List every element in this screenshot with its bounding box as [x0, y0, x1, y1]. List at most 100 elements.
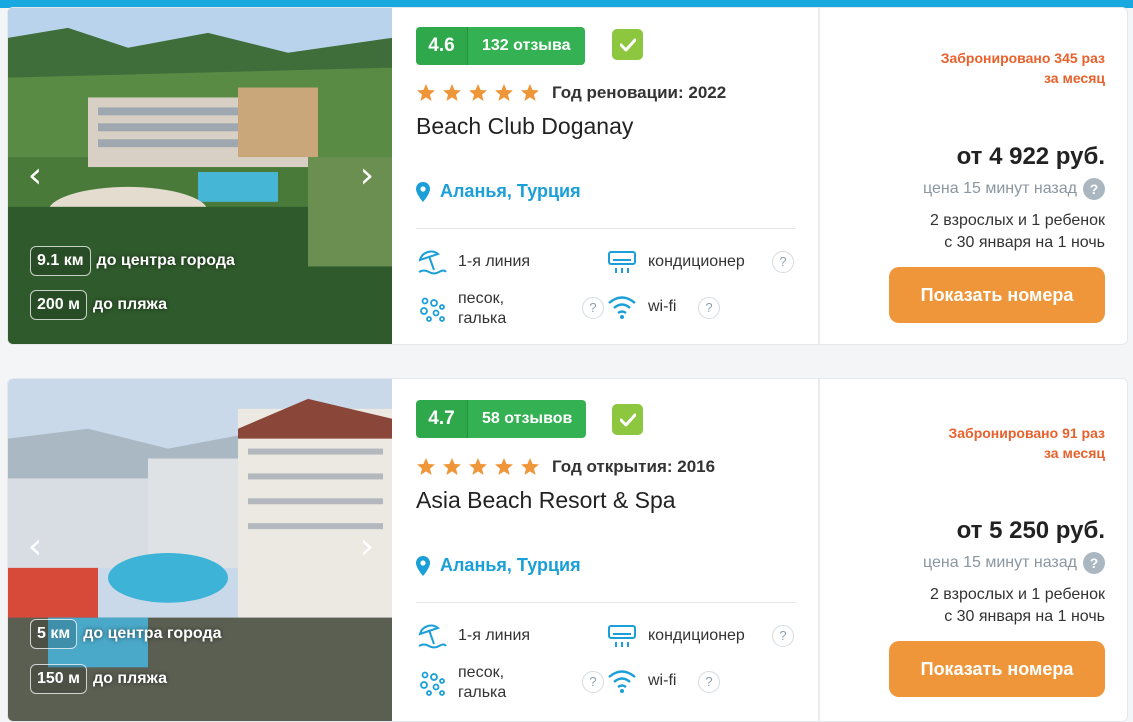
dates-line: с 30 января на 1 ночь	[944, 608, 1105, 625]
distance-beach-value: 150 м	[30, 664, 87, 694]
feature-label: кондиционер	[648, 253, 745, 270]
rating-score: 4.7	[416, 400, 468, 438]
reviews-count[interactable]: 132 отзыва	[468, 27, 585, 65]
show-rooms-button[interactable]: Показать номера	[889, 641, 1105, 697]
year-label: Год открытия: 2016	[552, 457, 716, 476]
help-icon[interactable]: ?	[772, 625, 794, 647]
distance-beach-label: до пляжа	[92, 296, 167, 313]
feature-label: кондиционер	[648, 627, 745, 644]
feature-label: песок, галька	[458, 664, 507, 701]
chevron-right-icon[interactable]: ›	[352, 529, 382, 565]
feature-ac: кондиционер	[606, 246, 745, 278]
hotel-info: 4.6 132 отзыва Год реновации: 2022 Beach…	[392, 8, 818, 344]
price-age: цена 15 минут назад ?	[923, 552, 1105, 574]
guests-info: 2 взрослых и 1 ребенок с 30 января на 1 …	[930, 584, 1105, 628]
chevron-left-icon[interactable]: ‹	[20, 529, 50, 565]
star-icon	[443, 84, 461, 101]
booked-period: за месяц	[1044, 445, 1105, 461]
price-column: Забронировано 345 раз за месяц от 4 922 …	[818, 8, 1127, 344]
feature-ac: кондиционер	[606, 620, 745, 652]
feature-label: песок, галька	[458, 290, 507, 327]
hotel-card[interactable]: ‹ › 9.1 км до центра города 200 м до пля…	[7, 7, 1128, 345]
price-age: цена 15 минут назад ?	[923, 178, 1105, 200]
distance-center: 9.1 км до центра города	[30, 246, 235, 276]
help-icon[interactable]: ?	[582, 671, 604, 693]
feature-beach-line: 1-я линия	[416, 246, 530, 278]
chevron-left-icon[interactable]: ‹	[20, 158, 50, 194]
year-label: Год реновации: 2022	[552, 83, 727, 102]
price: от 4 922 руб.	[956, 143, 1105, 170]
chevron-right-icon[interactable]: ›	[352, 158, 382, 194]
help-icon[interactable]: ?	[1083, 552, 1105, 574]
price-column: Забронировано 91 раз за месяц от 5 250 р…	[818, 379, 1127, 721]
feature-beach-line: 1-я линия	[416, 620, 530, 652]
guests-line: 2 взрослых и 1 ребенок	[929, 212, 1105, 229]
booked-count: Забронировано 345 раз за месяц	[941, 48, 1105, 88]
location-pin-icon	[416, 555, 430, 576]
feature-wifi: wi-fi	[606, 665, 676, 697]
sand-pebble-icon	[420, 297, 445, 322]
beach-umbrella-icon	[418, 624, 447, 649]
feature-label: wi-fi	[648, 672, 677, 689]
feature-label: wi-fi	[648, 298, 677, 315]
star-icon	[443, 458, 461, 475]
help-icon[interactable]: ?	[698, 671, 720, 693]
sand-pebble-icon	[420, 671, 445, 696]
help-icon[interactable]: ?	[582, 297, 604, 319]
star-icon	[469, 84, 487, 101]
distance-center-value: 5 км	[30, 619, 78, 649]
star-icon	[495, 84, 513, 101]
help-icon[interactable]: ?	[1083, 178, 1105, 200]
hotel-name[interactable]: Beach Club Doganay	[416, 113, 633, 140]
help-icon[interactable]: ?	[772, 251, 794, 273]
wifi-icon	[608, 296, 636, 319]
distance-beach: 150 м до пляжа	[30, 664, 167, 694]
feature-label: 1-я линия	[458, 627, 531, 644]
location-text: Аланья, Турция	[440, 181, 581, 201]
rating-score: 4.6	[416, 27, 468, 65]
hotel-photo-carousel[interactable]: ‹ › 9.1 км до центра города 200 м до пля…	[8, 8, 392, 344]
distance-center-label: до центра города	[96, 252, 235, 269]
help-icon[interactable]: ?	[698, 297, 720, 319]
reviews-count[interactable]: 58 отзывов	[468, 400, 587, 438]
check-icon	[612, 29, 643, 60]
guests-line: 2 взрослых и 1 ребенок	[929, 586, 1105, 603]
booked-line: Забронировано 91 раз	[948, 425, 1105, 441]
booked-period: за месяц	[1044, 70, 1105, 86]
divider	[416, 602, 796, 603]
price-age-text: цена 15 минут назад	[923, 554, 1077, 571]
beach-umbrella-icon	[418, 250, 447, 275]
dates-line: с 30 января на 1 ночь	[944, 234, 1105, 251]
hotel-card[interactable]: ‹ › 5 км до центра города 150 м до пляжа…	[7, 378, 1128, 722]
booked-count: Забронировано 91 раз за месяц	[948, 423, 1105, 463]
show-rooms-button[interactable]: Показать номера	[889, 267, 1105, 323]
hotel-photo-carousel[interactable]: ‹ › 5 км до центра города 150 м до пляжа	[8, 379, 392, 721]
hotel-name[interactable]: Asia Beach Resort & Spa	[416, 487, 676, 514]
location-pin-icon	[416, 181, 430, 202]
distance-center-label: до центра города	[83, 625, 222, 642]
distance-beach-value: 200 м	[30, 290, 87, 320]
air-conditioner-icon	[608, 251, 636, 273]
hotel-info: 4.7 58 отзывов Год открытия: 2016 Asia B…	[392, 379, 818, 721]
divider	[416, 228, 796, 229]
hotel-location[interactable]: Аланья, Турция	[416, 181, 581, 202]
check-icon	[612, 404, 643, 435]
rating-badge[interactable]: 4.7 58 отзывов	[416, 400, 587, 438]
hotel-location[interactable]: Аланья, Турция	[416, 555, 581, 576]
price-age-text: цена 15 минут назад	[923, 180, 1077, 197]
feature-wifi: wi-fi	[606, 291, 676, 323]
location-text: Аланья, Турция	[440, 555, 581, 575]
feature-label: 1-я линия	[458, 253, 531, 270]
star-rating: Год реновации: 2022	[416, 83, 726, 103]
star-icon	[417, 458, 435, 475]
rating-badge[interactable]: 4.6 132 отзыва	[416, 27, 585, 65]
star-icon	[521, 84, 539, 101]
star-icon	[469, 458, 487, 475]
guests-info: 2 взрослых и 1 ребенок с 30 января на 1 …	[930, 210, 1105, 254]
star-icon	[495, 458, 513, 475]
distance-beach: 200 м до пляжа	[30, 290, 167, 320]
star-icon	[417, 84, 435, 101]
distance-center-value: 9.1 км	[30, 246, 91, 276]
feature-sand: песок, галька	[416, 663, 566, 703]
wifi-icon	[608, 670, 636, 693]
